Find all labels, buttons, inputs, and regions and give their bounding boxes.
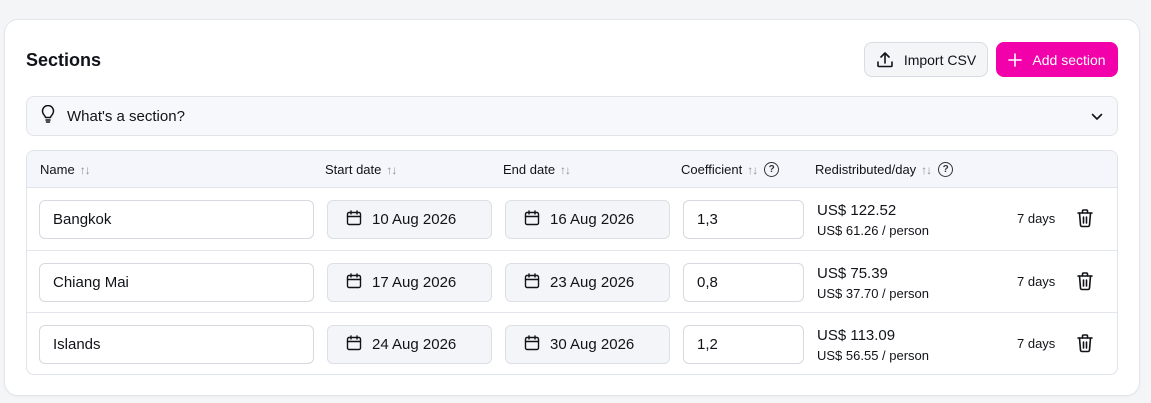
calendar-icon (524, 334, 540, 355)
trash-icon[interactable] (1076, 271, 1094, 291)
end-date-value: 23 Aug 2026 (550, 274, 635, 291)
coefficient-input[interactable]: 1,3 (683, 200, 804, 239)
import-csv-button[interactable]: Import CSV (864, 42, 988, 77)
redistributed-amount: US$ 75.39 (817, 265, 888, 282)
help-label: What's a section? (67, 107, 185, 125)
coefficient-input[interactable]: 1,2 (683, 325, 804, 364)
section-name-input[interactable]: Chiang Mai (39, 263, 314, 302)
section-name-input[interactable]: Bangkok (39, 200, 314, 239)
lightbulb-icon (41, 104, 55, 127)
calendar-icon (524, 272, 540, 293)
column-start-date[interactable]: Start date ↑↓ (325, 151, 397, 188)
plus-icon (1008, 52, 1023, 67)
trash-icon[interactable] (1076, 208, 1094, 228)
column-end-label: End date (503, 162, 556, 177)
table-row: Islands 24 Aug 2026 30 Aug 2026 1,2 US$ … (27, 312, 1117, 374)
sort-icon: ↑↓ (921, 162, 932, 177)
import-csv-label: Import CSV (903, 51, 977, 68)
table-row: Chiang Mai 17 Aug 2026 23 Aug 2026 0,8 U… (27, 250, 1117, 312)
info-icon[interactable]: ? (764, 162, 780, 177)
end-date-picker[interactable]: 16 Aug 2026 (505, 200, 670, 239)
info-icon[interactable]: ? (938, 162, 954, 177)
calendar-icon (346, 209, 362, 230)
duration-days: 7 days (1017, 336, 1056, 351)
sort-icon: ↑↓ (386, 162, 397, 177)
upload-icon (876, 51, 894, 69)
calendar-icon (346, 334, 362, 355)
duration-days: 7 days (1017, 274, 1056, 289)
start-date-value: 17 Aug 2026 (372, 274, 457, 291)
calendar-icon (524, 209, 540, 230)
table-header: Name ↑↓ Start date ↑↓ End date ↑↓ Coeffi… (27, 151, 1117, 188)
add-section-button[interactable]: Add section (996, 42, 1118, 77)
end-date-picker[interactable]: 23 Aug 2026 (505, 263, 670, 302)
section-name-input[interactable]: Islands (39, 325, 314, 364)
start-date-picker[interactable]: 17 Aug 2026 (327, 263, 492, 302)
end-date-picker[interactable]: 30 Aug 2026 (505, 325, 670, 364)
trash-icon[interactable] (1076, 333, 1094, 353)
whats-a-section-accordion[interactable]: What's a section? (26, 96, 1118, 136)
page-title: Sections (26, 50, 102, 70)
coefficient-input[interactable]: 0,8 (683, 263, 804, 302)
per-person-amount: US$ 56.55 / person (817, 348, 930, 363)
calendar-icon (346, 272, 362, 293)
column-start-label: Start date (325, 162, 382, 177)
redistributed-amount: US$ 113.09 (817, 327, 896, 344)
table-row: Bangkok 10 Aug 2026 16 Aug 2026 1,3 US$ … (27, 188, 1117, 250)
column-end-date[interactable]: End date ↑↓ (503, 151, 571, 188)
sort-icon: ↑↓ (747, 162, 758, 177)
sort-icon: ↑↓ (79, 162, 91, 177)
per-person-amount: US$ 61.26 / person (817, 223, 930, 238)
sort-icon: ↑↓ (560, 162, 571, 177)
start-date-picker[interactable]: 24 Aug 2026 (327, 325, 492, 364)
column-coefficient[interactable]: Coefficient ↑↓ ? (681, 151, 780, 188)
redistributed-amount: US$ 122.52 (817, 202, 897, 219)
column-name[interactable]: Name ↑↓ (40, 151, 91, 188)
column-redistributed-label: Redistributed/day (815, 162, 917, 177)
end-date-value: 30 Aug 2026 (550, 336, 635, 353)
column-redistributed[interactable]: Redistributed/day ↑↓ ? (815, 151, 954, 188)
sections-table: Name ↑↓ Start date ↑↓ End date ↑↓ Coeffi… (26, 150, 1118, 375)
start-date-picker[interactable]: 10 Aug 2026 (327, 200, 492, 239)
chevron-down-icon (1091, 108, 1103, 125)
sections-card: Sections Import CSV Add section What's a… (4, 19, 1140, 396)
end-date-value: 16 Aug 2026 (550, 211, 635, 228)
column-coef-label: Coefficient (681, 162, 743, 177)
start-date-value: 24 Aug 2026 (372, 336, 457, 353)
start-date-value: 10 Aug 2026 (372, 211, 457, 228)
duration-days: 7 days (1017, 211, 1056, 226)
column-name-label: Name (40, 162, 75, 177)
per-person-amount: US$ 37.70 / person (817, 286, 930, 301)
add-section-label: Add section (1032, 51, 1106, 68)
